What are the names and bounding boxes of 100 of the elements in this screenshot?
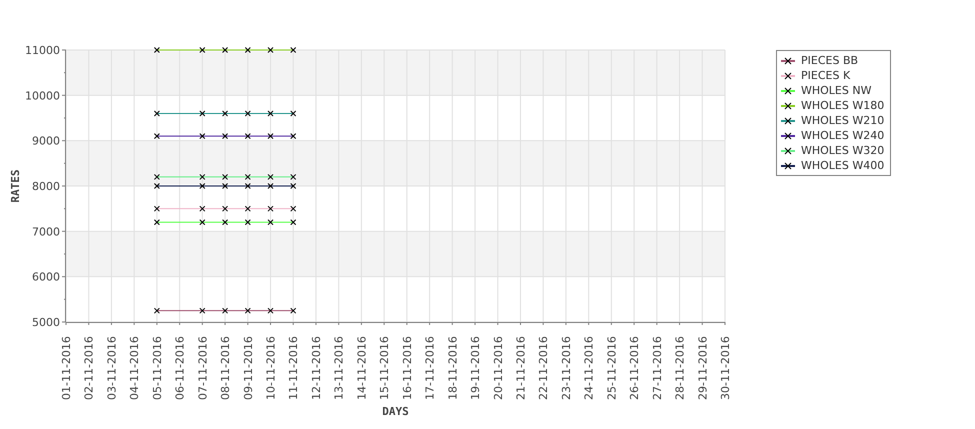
point-marker (268, 47, 274, 53)
x-tick-label: 16-11-2016 (400, 336, 414, 400)
point-marker (244, 110, 251, 116)
legend-line-icon (781, 146, 795, 154)
x-tick-label: 21-11-2016 (514, 336, 528, 400)
x-tick-label: 20-11-2016 (492, 336, 505, 400)
x-tick-label: 04-11-2016 (128, 336, 142, 400)
point-marker (244, 47, 251, 53)
x-tick-label: 09-11-2016 (242, 336, 255, 400)
legend-line-icon (781, 72, 795, 80)
x-tick-label: 30-11-2016 (719, 336, 732, 400)
y-tick-label: 5000 (32, 316, 60, 329)
point-marker (199, 308, 206, 314)
y-tick-label: 6000 (32, 270, 60, 284)
point-marker (222, 174, 228, 180)
x-tick-label: 28-11-2016 (674, 336, 687, 400)
point-marker (222, 110, 228, 116)
legend-line-icon (781, 86, 795, 94)
x-tick-label: 25-11-2016 (605, 336, 618, 400)
x-tick-label: 03-11-2016 (105, 336, 118, 400)
point-marker (154, 183, 160, 189)
x-axis-title: DAYS (382, 405, 409, 418)
legend-line-icon (781, 162, 795, 170)
point-marker (268, 219, 274, 226)
x-tick-label: 13-11-2016 (332, 336, 346, 400)
point-marker (222, 133, 228, 140)
point-marker (290, 47, 296, 53)
point-marker (244, 219, 251, 226)
point-marker (244, 133, 251, 140)
point-marker (199, 110, 206, 116)
x-tick-label: 05-11-2016 (150, 336, 164, 400)
legend-label: WHOLES W400 (801, 159, 884, 172)
point-marker (290, 174, 296, 180)
point-marker (154, 110, 160, 116)
y-tick-label: 11000 (25, 44, 60, 57)
point-marker (222, 206, 228, 212)
point-marker (154, 206, 160, 212)
y-tick-label: 7000 (32, 225, 60, 238)
x-tick-label: 19-11-2016 (469, 336, 482, 400)
point-marker (222, 183, 228, 189)
legend-label: PIECES BB (801, 54, 858, 67)
point-marker (268, 133, 274, 140)
point-marker (268, 206, 274, 212)
point-marker (244, 174, 251, 180)
point-marker (199, 183, 206, 189)
x-tick-label: 23-11-2016 (560, 336, 573, 400)
x-tick-label: 10-11-2016 (264, 336, 278, 400)
x-tick-label: 24-11-2016 (582, 336, 596, 400)
point-marker (290, 206, 296, 212)
point-marker (154, 47, 160, 53)
y-tick-label: 9000 (32, 134, 60, 148)
point-marker (199, 219, 206, 226)
point-marker (290, 110, 296, 116)
x-tick-label: 26-11-2016 (628, 336, 642, 400)
point-marker (268, 308, 274, 314)
legend-label: WHOLES W320 (801, 144, 884, 157)
x-tick-label: 07-11-2016 (196, 336, 210, 400)
x-tick-label: 14-11-2016 (355, 336, 368, 400)
point-marker (290, 308, 296, 314)
point-marker (199, 133, 206, 140)
legend-line-icon (781, 56, 795, 64)
x-tick-label: 08-11-2016 (219, 336, 232, 400)
x-tick-label: 02-11-2016 (82, 336, 96, 400)
point-marker (290, 133, 296, 140)
legend-label: WHOLES W240 (801, 129, 884, 142)
point-marker (244, 206, 251, 212)
point-marker (268, 183, 274, 189)
point-marker (268, 174, 274, 180)
point-marker (244, 308, 251, 314)
point-marker (268, 110, 274, 116)
legend-label: WHOLES W180 (801, 99, 884, 112)
legend-line-icon (781, 132, 795, 140)
x-tick-label: 27-11-2016 (650, 336, 664, 400)
point-marker (222, 308, 228, 314)
legend-label: PIECES K (801, 69, 850, 82)
x-tick-label: 01-11-2016 (60, 336, 73, 400)
x-tick-label: 18-11-2016 (446, 336, 460, 400)
point-marker (222, 47, 228, 53)
legend-label: WHOLES NW (801, 84, 872, 97)
legend-label: WHOLES W210 (801, 114, 884, 127)
point-marker (244, 183, 251, 189)
point-marker (154, 308, 160, 314)
x-tick-label: 12-11-2016 (310, 336, 323, 400)
y-tick-label: 8000 (32, 180, 60, 193)
legend-line-icon (781, 102, 795, 110)
x-tick-label: 22-11-2016 (537, 336, 550, 400)
x-tick-label: 11-11-2016 (287, 336, 300, 400)
y-axis-title: RATES (9, 169, 22, 203)
point-marker (154, 219, 160, 226)
x-tick-label: 06-11-2016 (174, 336, 187, 400)
x-tick-label: 15-11-2016 (378, 336, 392, 400)
point-marker (154, 133, 160, 140)
point-marker (290, 183, 296, 189)
point-marker (290, 219, 296, 226)
x-tick-label: 29-11-2016 (696, 336, 710, 400)
x-tick-label: 17-11-2016 (424, 336, 437, 400)
y-tick-label: 10000 (25, 89, 60, 102)
point-marker (199, 206, 206, 212)
point-marker (199, 47, 206, 53)
legend-line-icon (781, 116, 795, 124)
